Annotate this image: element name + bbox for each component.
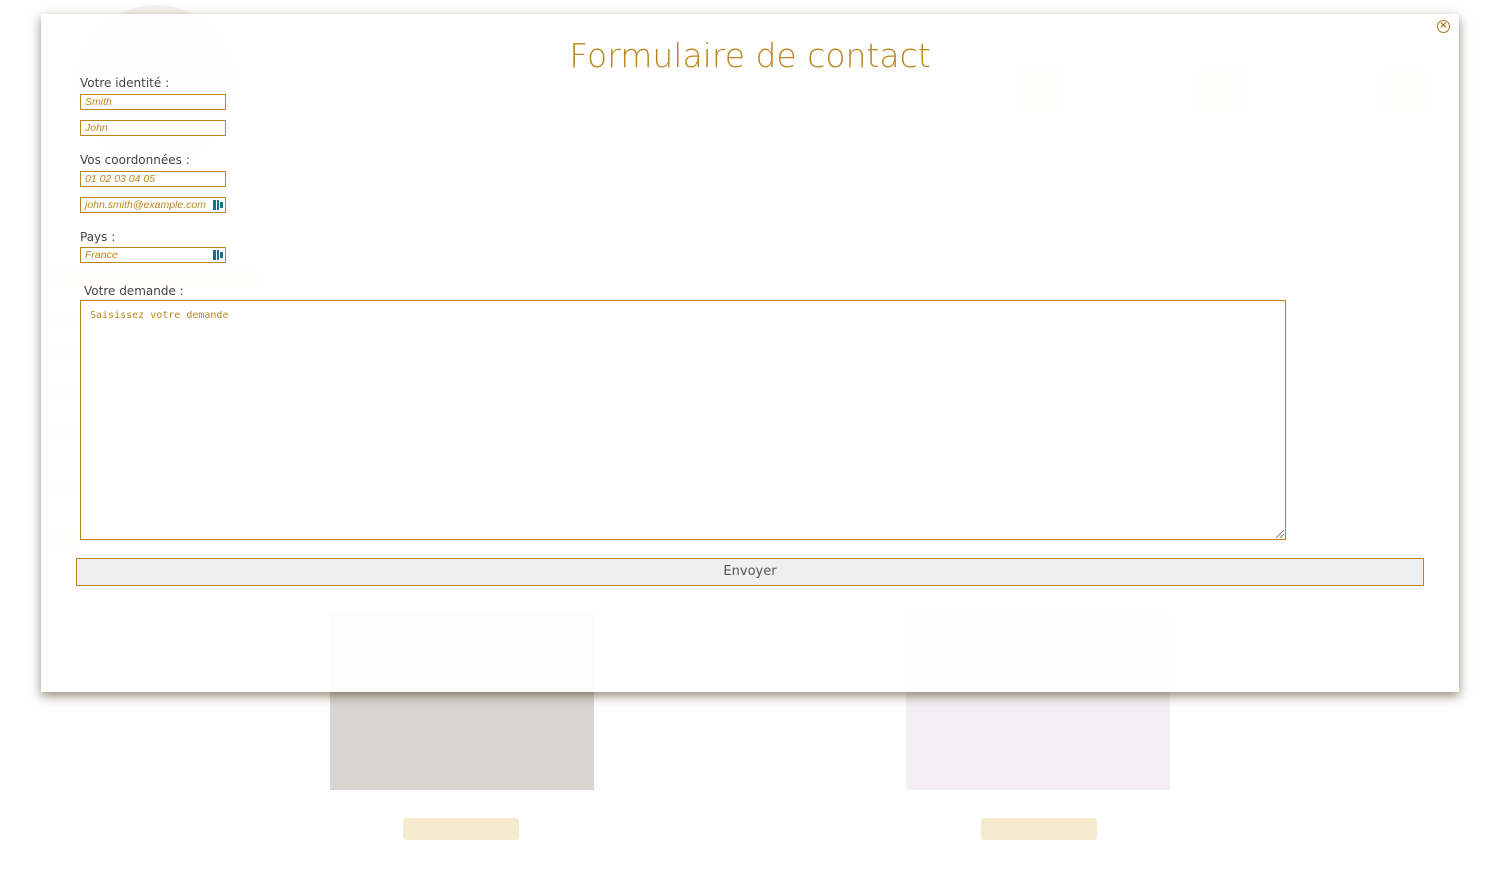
autofill-contact-icon[interactable]: [213, 200, 223, 210]
contact-label: Vos coordonnées :: [80, 153, 190, 167]
country-value: France: [85, 249, 118, 261]
country-label: Pays :: [80, 230, 116, 244]
close-circle-icon[interactable]: ×: [1437, 20, 1450, 33]
email-placeholder: john.smith@example.com: [85, 199, 206, 211]
modal-title: Formulaire de contact: [569, 36, 931, 75]
project-button: [403, 818, 519, 840]
first-name-field[interactable]: John: [80, 120, 226, 136]
last-name-placeholder: Smith: [85, 96, 112, 108]
phone-placeholder: 01 02 03 04 05: [85, 173, 156, 185]
email-field[interactable]: john.smith@example.com: [80, 197, 226, 213]
autofill-contact-icon[interactable]: [213, 250, 223, 260]
contact-modal: × Formulaire de contact Votre identité :…: [41, 14, 1459, 692]
request-label: Votre demande :: [84, 284, 184, 298]
resize-handle-icon[interactable]: [1276, 530, 1284, 538]
first-name-placeholder: John: [85, 122, 108, 134]
send-button[interactable]: Envoyer: [76, 558, 1424, 586]
phone-field[interactable]: 01 02 03 04 05: [80, 171, 226, 187]
request-placeholder: Saisissez votre demande: [90, 310, 229, 321]
identity-label: Votre identité :: [80, 76, 170, 90]
country-field[interactable]: France: [80, 247, 226, 263]
last-name-field[interactable]: Smith: [80, 94, 226, 110]
request-textarea[interactable]: Saisissez votre demande: [80, 300, 1286, 540]
project-button: [981, 818, 1097, 840]
